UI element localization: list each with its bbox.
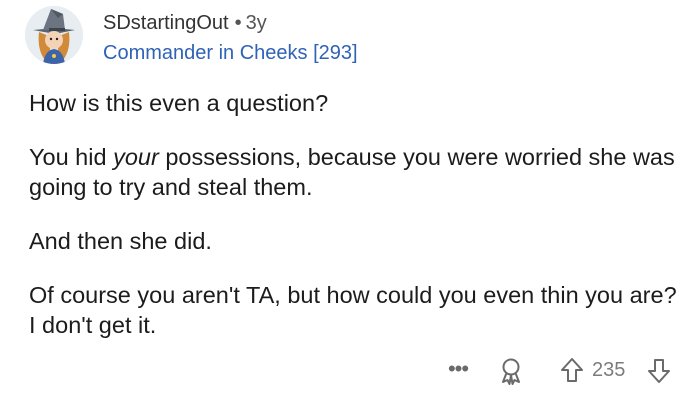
downvote-arrow-icon[interactable]: [647, 357, 671, 385]
upvote-arrow-icon[interactable]: [560, 356, 584, 384]
more-options-icon[interactable]: •••: [445, 354, 471, 384]
comment-age: 3y: [245, 12, 267, 34]
emphasized-text: your: [113, 144, 159, 170]
author-line: SDstartingOut • 3y: [103, 10, 358, 36]
meta-separator: •: [234, 12, 242, 34]
comment: SDstartingOut • 3y Commander in Cheeks [29…: [0, 0, 700, 400]
comment-paragraph: And then she did.: [29, 228, 212, 254]
comment-text: You hid: [29, 144, 114, 170]
comment-meta: SDstartingOut • 3y Commander in Cheeks [29…: [103, 10, 358, 66]
user-flair: Commander in Cheeks [293]: [103, 42, 358, 64]
comment-actions: ••• 235: [0, 354, 700, 388]
wizard-avatar-icon: [25, 6, 83, 64]
comment-paragraph: You hid your possessions, because you we…: [29, 142, 679, 202]
comment-paragraph: How is this even a question?: [29, 90, 329, 116]
comment-body: How is this even a question? You hid you…: [29, 88, 679, 364]
award-icon[interactable]: [498, 357, 524, 385]
comment-paragraph: Of course you aren't TA, but how could y…: [29, 282, 677, 338]
vote-score: 235: [592, 359, 626, 381]
author-username[interactable]: SDstartingOut: [103, 12, 229, 34]
user-avatar[interactable]: [25, 6, 83, 64]
